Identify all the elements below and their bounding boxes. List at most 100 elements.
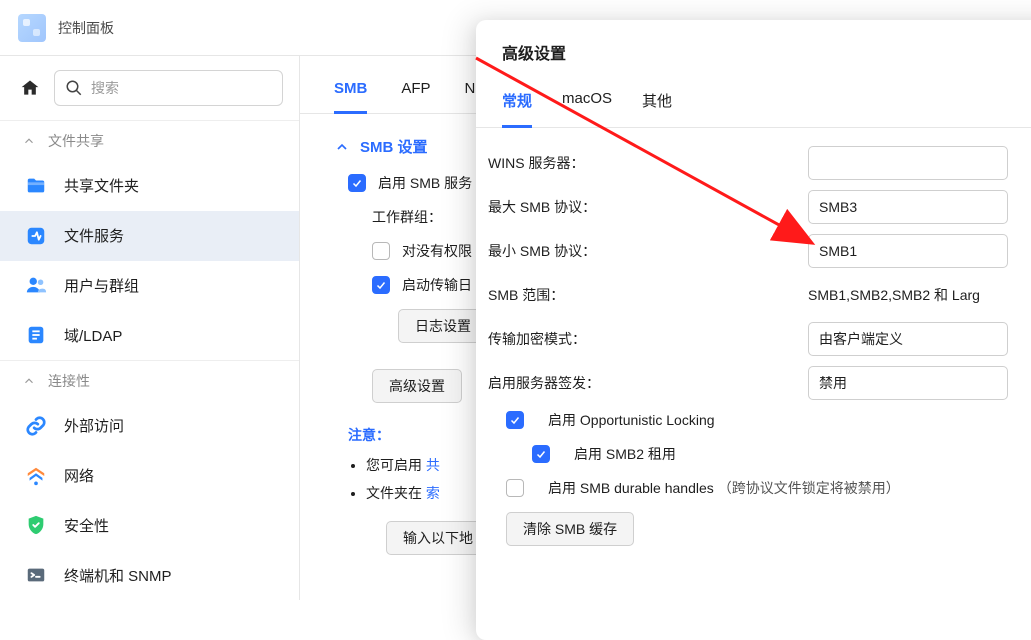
- tab-smb[interactable]: SMB: [334, 80, 367, 114]
- checkbox-unchecked-icon: [506, 479, 524, 497]
- home-icon: [20, 78, 40, 98]
- wins-input[interactable]: [808, 146, 1008, 180]
- checkbox-checked-icon: [372, 276, 390, 294]
- dialog-body: WINS 服务器： 最大 SMB 协议： SMB3 最小 SMB 协议： SMB…: [476, 128, 1031, 566]
- note-text: 您可启用: [366, 457, 426, 473]
- search-box[interactable]: [54, 70, 283, 106]
- tab-nfs[interactable]: N: [465, 80, 476, 113]
- section-title: SMB 设置: [360, 136, 428, 157]
- sidebar-item-file-services[interactable]: 文件服务: [0, 211, 299, 261]
- search-input[interactable]: [91, 80, 272, 96]
- clear-smb-cache-button[interactable]: 清除 SMB 缓存: [506, 512, 634, 546]
- nav-label: 共享文件夹: [64, 175, 139, 196]
- smb-range-label: SMB 范围：: [488, 285, 808, 305]
- search-row: [0, 70, 299, 120]
- encrypt-label: 传输加密模式：: [488, 329, 808, 349]
- checkbox-label: 启用 Opportunistic Locking: [548, 410, 715, 430]
- select-value: SMB1: [819, 243, 857, 259]
- checkbox-label: 对没有权限: [402, 241, 472, 261]
- signing-select[interactable]: 禁用: [808, 366, 1008, 400]
- row-wins: WINS 服务器：: [488, 146, 1031, 180]
- nav-label: 外部访问: [64, 415, 124, 436]
- max-smb-select[interactable]: SMB3: [808, 190, 1008, 224]
- cb-opp-lock[interactable]: 启用 Opportunistic Locking: [506, 410, 1031, 430]
- note-link[interactable]: 共: [426, 457, 440, 473]
- row-smb-range: SMB 范围： SMB1,SMB2,SMB2 和 Larg: [488, 278, 1031, 312]
- checkbox-unchecked-icon: [372, 242, 390, 260]
- nav-label: 网络: [64, 465, 94, 486]
- dialog-button-row: 清除 SMB 缓存: [488, 512, 1031, 546]
- max-smb-label: 最大 SMB 协议：: [488, 197, 808, 217]
- smb-range-value: SMB1,SMB2,SMB2 和 Larg: [808, 285, 980, 305]
- checkbox-label: 启用 SMB durable handles: [548, 478, 714, 498]
- dialog-checkboxes: 启用 Opportunistic Locking 启用 SMB2 租用 启用 S…: [488, 410, 1031, 498]
- sidebar-item-external-access[interactable]: 外部访问: [0, 401, 299, 451]
- select-value: 禁用: [819, 373, 847, 393]
- sidebar-item-security[interactable]: 安全性: [0, 501, 299, 551]
- nav-label: 域/LDAP: [64, 325, 122, 346]
- select-value: 由客户端定义: [819, 329, 903, 349]
- sidebar-item-terminal-snmp[interactable]: 终端机和 SNMP: [0, 550, 299, 600]
- select-value: SMB3: [819, 199, 857, 215]
- checkbox-label: 启用 SMB 服务: [378, 173, 472, 193]
- ldap-icon: [24, 323, 48, 347]
- sidebar-item-shared-folder[interactable]: 共享文件夹: [0, 161, 299, 211]
- window-title: 控制面板: [58, 18, 114, 38]
- row-signing: 启用服务器签发： 禁用: [488, 366, 1031, 400]
- note-link[interactable]: 索: [426, 485, 440, 501]
- control-panel-icon: [18, 14, 46, 42]
- chevron-up-icon: [22, 374, 36, 388]
- tab-afp[interactable]: AFP: [401, 80, 430, 113]
- wins-label: WINS 服务器：: [488, 153, 808, 173]
- sidebar: 文件共享 共享文件夹 文件服务 用户与群组: [0, 56, 300, 600]
- cb-smb2-lease[interactable]: 启用 SMB2 租用: [532, 444, 1031, 464]
- user-group-icon: [24, 273, 48, 297]
- terminal-icon: [24, 563, 48, 587]
- section-label: 文件共享: [48, 131, 104, 151]
- workgroup-label: 工作群组：: [372, 209, 442, 225]
- row-encrypt: 传输加密模式： 由客户端定义: [488, 322, 1031, 356]
- chevron-up-icon: [334, 139, 350, 155]
- dialog-title: 高级设置: [476, 20, 1031, 82]
- section-label: 连接性: [48, 371, 90, 391]
- checkbox-checked-icon: [506, 411, 524, 429]
- cb-durable-handles[interactable]: 启用 SMB durable handles （跨协议文件锁定将被禁用）: [506, 478, 1031, 498]
- nav-label: 安全性: [64, 515, 109, 536]
- min-smb-label: 最小 SMB 协议：: [488, 241, 808, 261]
- folder-share-icon: [24, 174, 48, 198]
- section-connectivity[interactable]: 连接性: [0, 360, 299, 401]
- nav-label: 用户与群组: [64, 275, 139, 296]
- min-smb-select[interactable]: SMB1: [808, 234, 1008, 268]
- nav-label: 文件服务: [64, 225, 124, 246]
- checkbox-label: 启用 SMB2 租用: [574, 444, 676, 464]
- log-settings-button[interactable]: 日志设置: [398, 309, 488, 343]
- row-min-smb: 最小 SMB 协议： SMB1: [488, 234, 1031, 268]
- dlg-tab-macos[interactable]: macOS: [562, 82, 612, 127]
- encrypt-select[interactable]: 由客户端定义: [808, 322, 1008, 356]
- sidebar-item-network[interactable]: 网络: [0, 451, 299, 501]
- dialog-tabs: 常规 macOS 其他: [476, 82, 1031, 128]
- dlg-tab-other[interactable]: 其他: [642, 82, 672, 127]
- nav-label: 终端机和 SNMP: [64, 565, 172, 586]
- chevron-up-icon: [22, 134, 36, 148]
- sidebar-item-domain-ldap[interactable]: 域/LDAP: [0, 310, 299, 360]
- dlg-tab-general[interactable]: 常规: [502, 82, 532, 128]
- row-max-smb: 最大 SMB 协议： SMB3: [488, 190, 1031, 224]
- signing-label: 启用服务器签发：: [488, 373, 808, 393]
- shield-icon: [24, 513, 48, 537]
- app-root: 控制面板 文件共享 共享文件夹: [0, 0, 1031, 600]
- checkbox-hint: （跨协议文件锁定将被禁用）: [718, 478, 900, 498]
- file-services-icon: [24, 224, 48, 248]
- checkbox-checked-icon: [532, 445, 550, 463]
- search-icon: [65, 79, 83, 97]
- sidebar-item-user-group[interactable]: 用户与群组: [0, 261, 299, 311]
- input-address-button[interactable]: 输入以下地: [386, 521, 490, 555]
- advanced-settings-dialog: 高级设置 常规 macOS 其他 WINS 服务器： 最大 SMB 协议： SM…: [476, 20, 1031, 640]
- section-file-sharing[interactable]: 文件共享: [0, 120, 299, 161]
- advanced-settings-button[interactable]: 高级设置: [372, 369, 462, 403]
- home-button[interactable]: [16, 70, 44, 106]
- checkbox-label: 启动传输日: [402, 275, 472, 295]
- note-text: 文件夹在: [366, 485, 426, 501]
- network-icon: [24, 464, 48, 488]
- checkbox-checked-icon: [348, 174, 366, 192]
